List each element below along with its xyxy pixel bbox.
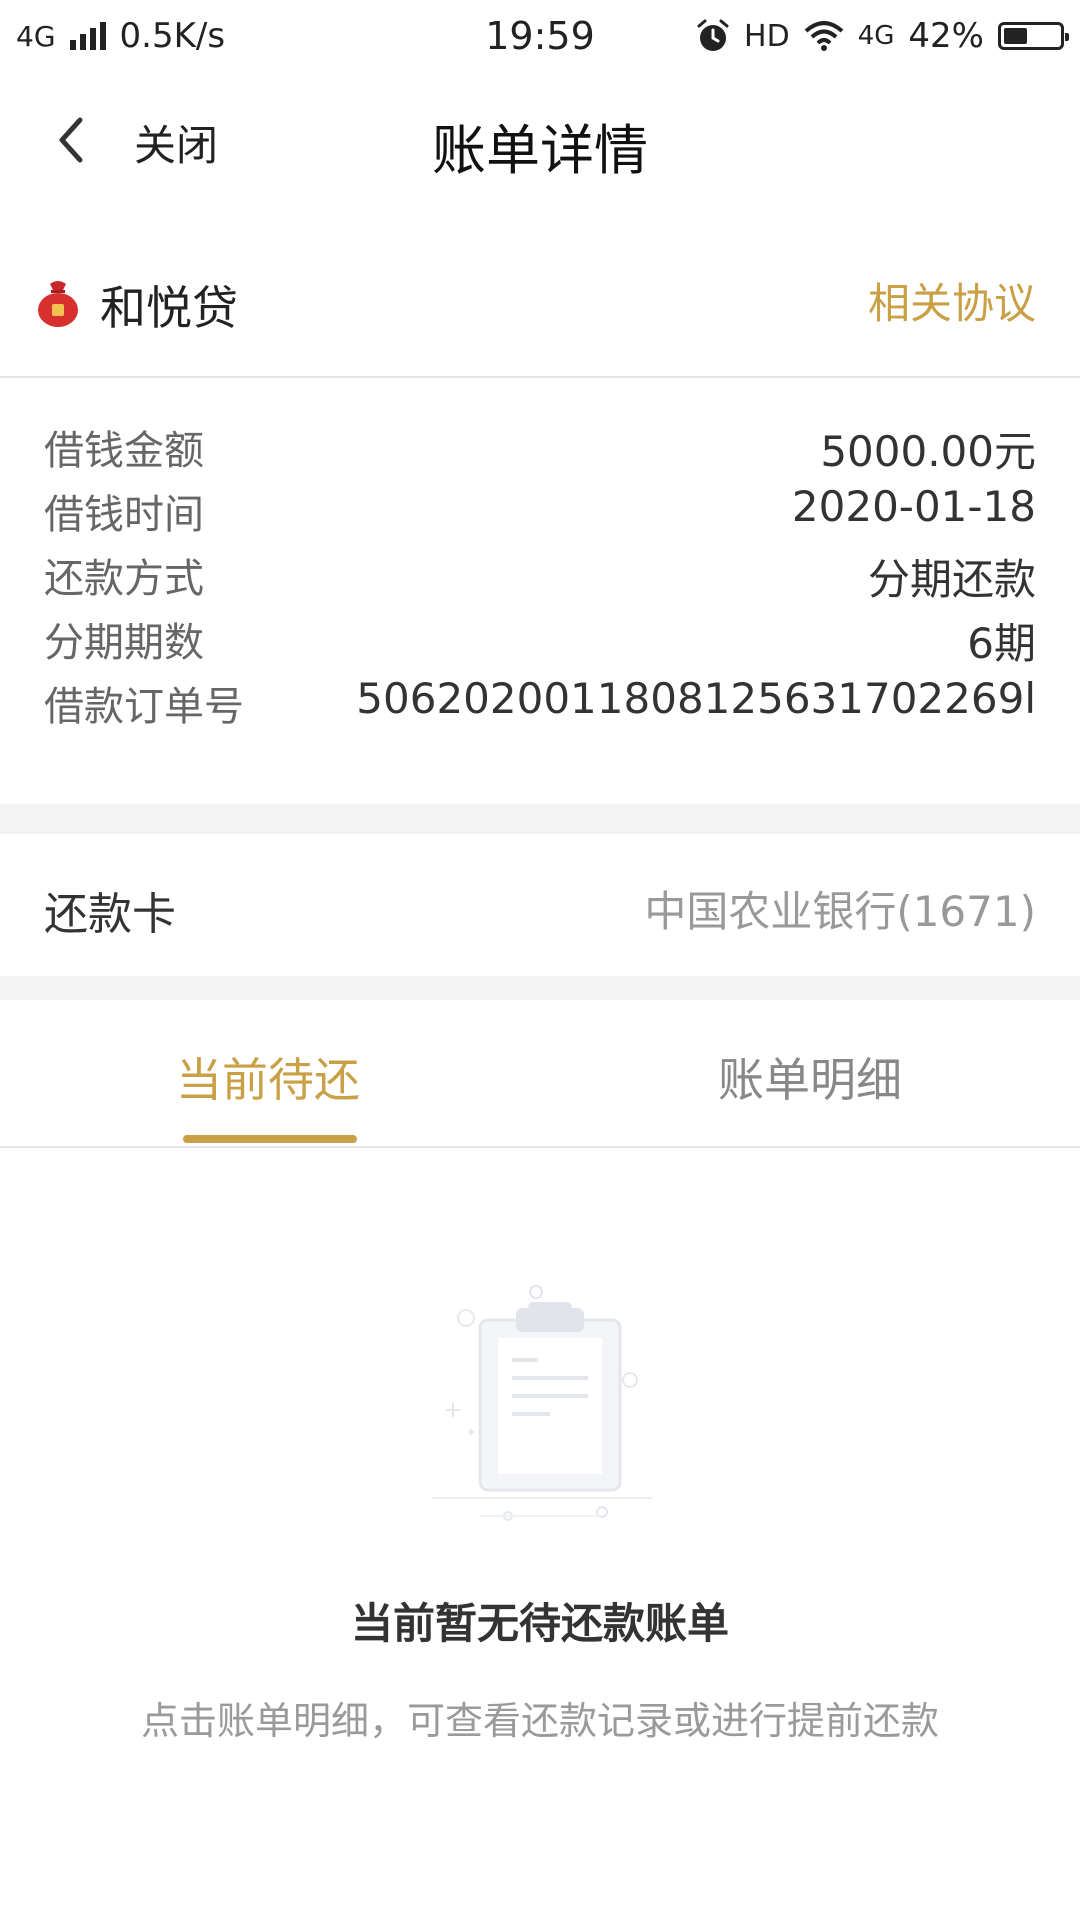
installments-value: 6期 [967, 619, 1036, 668]
info-row-date: 借钱时间 2020-01-18 [0, 474, 1080, 538]
order-no-label: 借款订单号 [44, 684, 244, 730]
network-type-right: 4G [857, 21, 895, 51]
product-header: 和悦贷 相关协议 [0, 240, 1080, 376]
amount-value: 5000.00元 [820, 427, 1036, 476]
repayment-card-label: 还款卡 [44, 889, 176, 940]
money-bag-icon [38, 281, 78, 327]
date-label: 借钱时间 [44, 492, 204, 538]
loan-info-list: 借钱金额 5000.00元 借钱时间 2020-01-18 还款方式 分期还款 … [0, 410, 1080, 730]
bill-tabs: 当前待还 账单明细 [0, 1000, 1080, 1146]
tab-current-due[interactable]: 当前待还 [176, 1044, 360, 1110]
section-separator [0, 804, 1080, 834]
product-name: 和悦贷 [100, 281, 238, 335]
repayment-card-value: 中国农业银行(1671) [644, 887, 1036, 936]
tab-bill-details[interactable]: 账单明细 [718, 1044, 902, 1110]
related-agreements-link[interactable]: 相关协议 [868, 270, 1036, 331]
amount-label: 借钱金额 [44, 428, 204, 474]
alarm-icon [697, 19, 729, 51]
info-row-repay-method: 还款方式 分期还款 [0, 538, 1080, 604]
page-title: 账单详情 [432, 119, 648, 182]
info-row-order-no: 借款订单号 5062020011808125631702269l [0, 666, 1080, 730]
hd-indicator: HD [744, 18, 790, 54]
date-value: 2020-01-18 [791, 482, 1036, 531]
battery-level [1004, 28, 1027, 44]
order-no-value: 5062020011808125631702269l [356, 674, 1036, 723]
nav-bar: 关闭 账单详情 [0, 80, 1080, 200]
empty-state-title: 当前暂无待还款账单 [350, 1599, 729, 1648]
repay-method-value: 分期还款 [867, 555, 1036, 604]
info-row-amount: 借钱金额 5000.00元 [0, 410, 1080, 476]
battery-icon [998, 22, 1069, 50]
divider [0, 1146, 1080, 1148]
bill-detail-page: 4G 0.5K/s 19:59 HD 4G 42% 关闭 账单详情 和悦贷 相关… [0, 0, 1080, 1920]
repay-method-label: 还款方式 [44, 556, 204, 602]
clipboard-icon [432, 1285, 652, 1521]
installments-label: 分期期数 [44, 620, 204, 666]
status-bar: 4G 0.5K/s 19:59 HD 4G 42% [0, 0, 1080, 80]
active-tab-indicator [183, 1135, 357, 1143]
section-separator [0, 976, 1080, 1000]
info-row-installments: 分期期数 6期 [0, 602, 1080, 668]
empty-state-description: 点击账单明细，可查看还款记录或进行提前还款 [140, 1699, 939, 1743]
divider [0, 376, 1080, 378]
wifi-icon [804, 21, 844, 51]
status-right: HD 4G 42% [696, 16, 1069, 56]
battery-percent: 42% [908, 16, 984, 56]
repayment-card-row[interactable]: 还款卡 中国农业银行(1671) [0, 836, 1080, 976]
